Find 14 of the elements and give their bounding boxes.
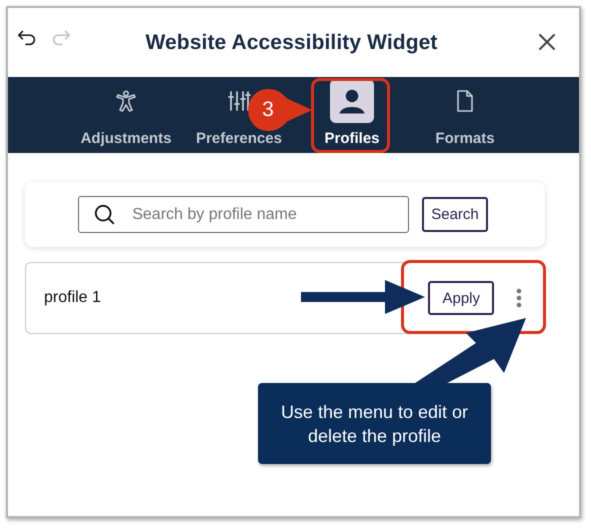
sliders-icon [227, 89, 251, 113]
apply-button[interactable]: Apply [428, 281, 494, 315]
search-icon [94, 204, 116, 226]
tab[interactable]: Profiles [322, 77, 382, 153]
callout: Use the menu to edit or delete the profile [258, 383, 491, 464]
window-title: Website Accessibility Widget [145, 30, 438, 54]
tab[interactable]: Adjustments [78, 77, 174, 153]
person-icon [114, 89, 138, 113]
kebab-menu-icon [516, 288, 522, 308]
search-field[interactable]: Search by profile name [78, 196, 410, 233]
tab[interactable]: Formats [433, 77, 497, 153]
search-button[interactable]: Search [422, 197, 488, 232]
step-marker-tooltip: 3 [248, 89, 312, 131]
profile-name: profile 1 [44, 289, 101, 307]
